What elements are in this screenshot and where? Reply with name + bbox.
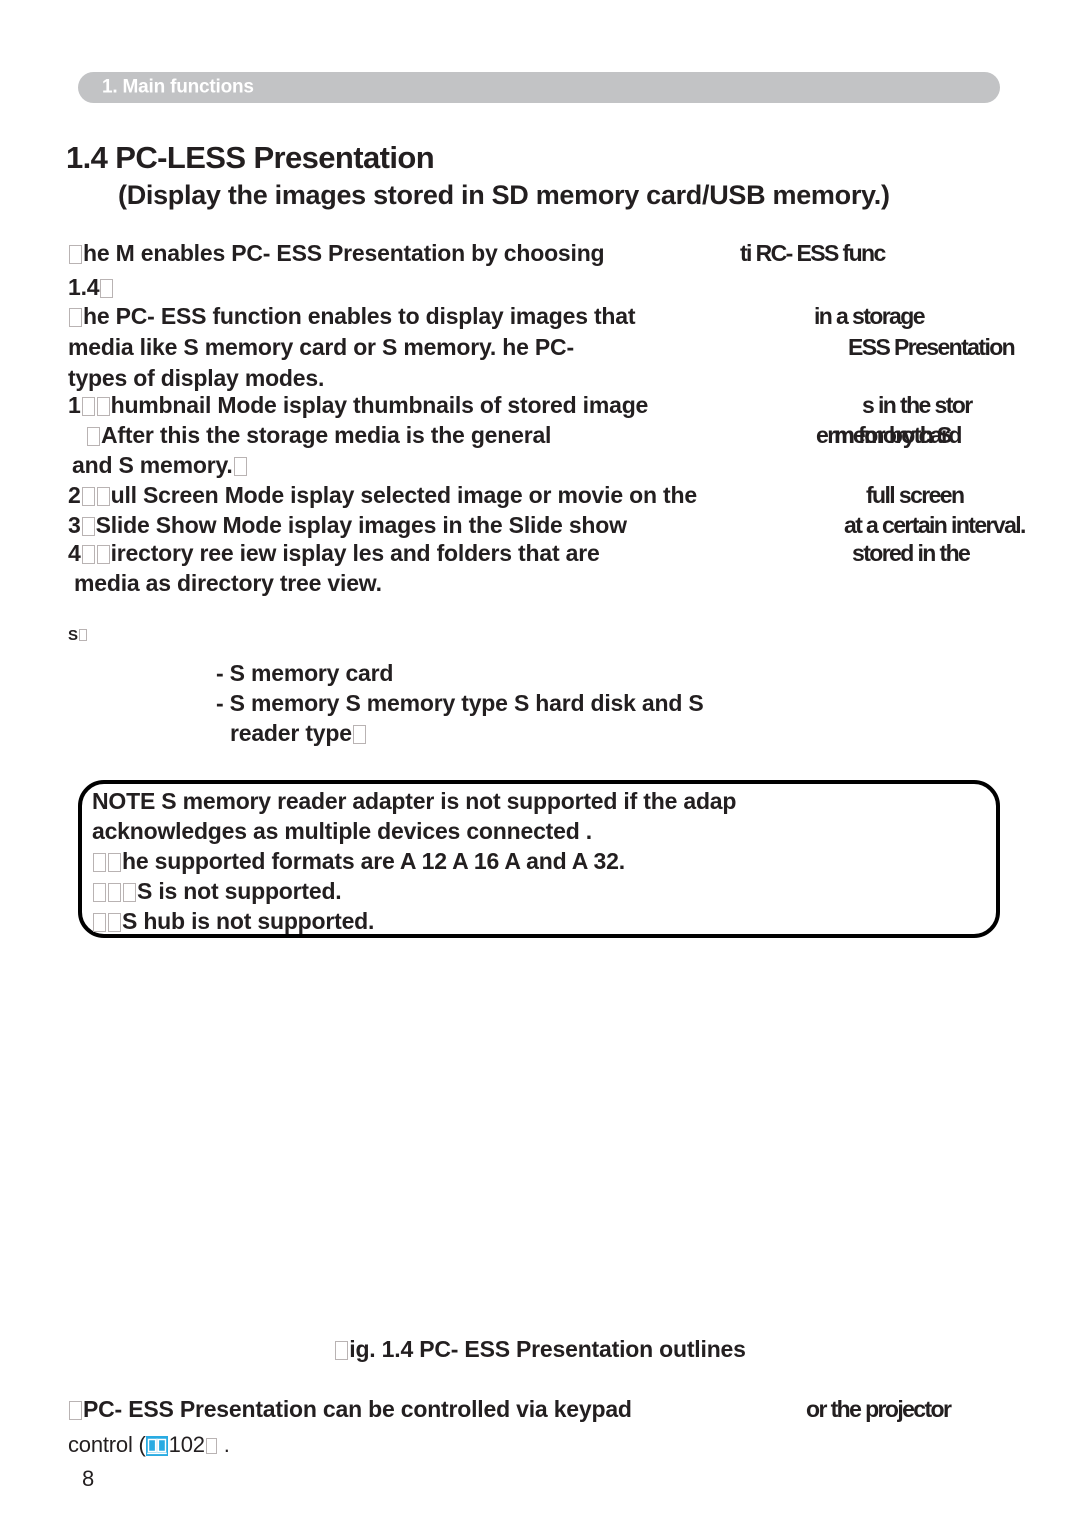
missing-glyph-box — [96, 545, 110, 564]
intro-line-1-text: he M enables PC- ESS Presentation by cho… — [83, 240, 605, 266]
mode-3-number: 3 — [68, 512, 81, 538]
note-line-5: S hub is not supported. — [92, 910, 374, 933]
running-header-bar: 1. Main functions — [78, 72, 1000, 103]
missing-glyph-box — [108, 853, 121, 872]
document-page: 1. Main functions 1.4 PC-LESS Presentati… — [0, 0, 1080, 1526]
missing-glyph-box — [93, 853, 106, 872]
mode-2-overlap: full screen — [866, 482, 965, 508]
mode-1-continuation-2-text: and S memory. — [72, 452, 233, 478]
missing-glyph-box — [69, 1401, 82, 1420]
section-title: 1.4 PC-LESS Presentation — [66, 140, 435, 175]
intro-line-3-overlap: in a storage — [814, 303, 926, 329]
section-subtitle: (Display the images stored in SD memory … — [118, 180, 890, 210]
figure-placeholder — [78, 960, 1000, 1310]
missing-glyph-box — [96, 397, 110, 416]
intro-line-4-text: media like S memory card or S memory. he… — [68, 334, 574, 360]
missing-glyph-box — [81, 545, 95, 564]
note-line-2: acknowledges as multiple devices connect… — [92, 818, 592, 844]
mode-1-continuation-1: After this the storage media is the gene… — [86, 424, 551, 447]
missing-glyph-box — [69, 308, 82, 327]
book-icon[interactable] — [145, 1436, 168, 1456]
supported-media-item-2: - S memory S memory type S hard disk and… — [216, 690, 704, 716]
missing-glyph-box — [335, 1341, 349, 1360]
mode-4-continuation: media as directory tree view. — [74, 570, 382, 596]
supported-media-label-text: S — [68, 627, 78, 644]
missing-glyph-box — [233, 457, 247, 476]
note-line-3-text: he supported formats are A 12 A 16 A and… — [122, 848, 625, 874]
mode-1-overlap: s in the stor — [862, 392, 973, 418]
missing-glyph-box — [100, 279, 114, 298]
mode-4-number: 4 — [68, 540, 81, 566]
mode-4-overlap: stored in the — [852, 540, 971, 566]
supported-media-label: S — [68, 628, 88, 643]
missing-glyph-box — [108, 883, 121, 902]
supported-media-item-3: reader type — [230, 722, 367, 745]
footer-note-line-1-overlap: or the projector — [806, 1396, 952, 1422]
page-reference-prefix: control ( — [68, 1432, 146, 1457]
intro-line-4: media like S memory card or S memory. he… — [68, 336, 574, 359]
mode-3-overlap: at a certain interval. — [844, 512, 1026, 538]
missing-glyph-box — [93, 883, 106, 902]
missing-glyph-box — [123, 883, 136, 902]
mode-2-number: 2 — [68, 482, 81, 508]
mode-1-continuation-1-overlap-2: memory card — [834, 422, 962, 448]
intro-line-3: he PC- ESS function enables to display i… — [68, 303, 636, 329]
intro-line-2-text: 1.4 — [68, 274, 100, 300]
missing-glyph-box — [81, 517, 95, 536]
note-line-5-text: S hub is not supported. — [122, 908, 375, 934]
note-line-3: he supported formats are A 12 A 16 A and… — [92, 850, 625, 873]
intro-line-1: he M enables PC- ESS Presentation by cho… — [68, 240, 605, 266]
running-header-label: 1. Main functions — [102, 76, 254, 98]
mode-2-line: 2 ull Screen Mode isplay selected image o… — [68, 484, 697, 507]
intro-line-2: 1.4 — [68, 276, 114, 299]
missing-glyph-box — [96, 487, 110, 506]
mode-2-text: ull Screen Mode isplay selected image or… — [110, 482, 698, 508]
mode-1-text: humbnail Mode isplay thumbnails of store… — [110, 392, 649, 418]
intro-line-4-overlap: ESS Presentation — [848, 334, 1016, 360]
missing-glyph-box — [81, 397, 95, 416]
note-line-4-text: S is not supported. — [137, 878, 342, 904]
supported-media-item-1: - S memory card — [216, 660, 394, 686]
figure-caption-text: ig. 1.4 PC- ESS Presentation outlines — [349, 1336, 746, 1362]
figure-caption: ig. 1.4 PC- ESS Presentation outlines — [0, 1336, 1080, 1363]
missing-glyph-box — [93, 913, 106, 932]
mode-1-continuation-1-text: After this the storage media is the gene… — [101, 422, 552, 448]
page-number: 8 — [82, 1466, 95, 1491]
mode-3-line: 3 Slide Show Mode isplay images in the Sl… — [68, 514, 627, 537]
missing-glyph-box — [87, 427, 100, 446]
missing-glyph-box — [78, 629, 87, 641]
mode-4-text: irectory ree iew isplay les and folders … — [110, 540, 600, 566]
page-reference-line: control ( 102 . — [68, 1432, 230, 1458]
mode-1-number: 1 — [68, 392, 81, 418]
intro-line-3-text: he PC- ESS function enables to display i… — [83, 303, 636, 329]
footer-note-line-1-text: PC- ESS Presentation can be controlled v… — [83, 1396, 632, 1422]
supported-media-item-3-text: reader type — [230, 720, 352, 746]
missing-glyph-box — [81, 487, 95, 506]
page-reference-number[interactable]: 102 — [169, 1432, 205, 1457]
missing-glyph-box — [108, 913, 121, 932]
intro-line-5: types of display modes. — [68, 365, 325, 391]
page-reference-period: . — [223, 1432, 230, 1457]
missing-glyph-box — [69, 245, 82, 264]
mode-1-line: 1 humbnail Mode isplay thumbnails of stor… — [68, 394, 648, 417]
mode-1-continuation-2: and S memory. — [72, 454, 248, 477]
missing-glyph-box — [352, 725, 366, 744]
note-line-4: S is not supported. — [92, 878, 342, 904]
note-line-1: NOTE S memory reader adapter is not supp… — [92, 788, 737, 814]
missing-glyph-box — [205, 1438, 217, 1454]
mode-4-line: 4 irectory ree iew isplay les and folders… — [68, 542, 600, 565]
intro-line-1-overlap: ti RC- ESS func — [740, 240, 886, 266]
footer-note-line-1: PC- ESS Presentation can be controlled v… — [68, 1398, 632, 1421]
mode-3-text: Slide Show Mode isplay images in the Sli… — [95, 512, 627, 538]
